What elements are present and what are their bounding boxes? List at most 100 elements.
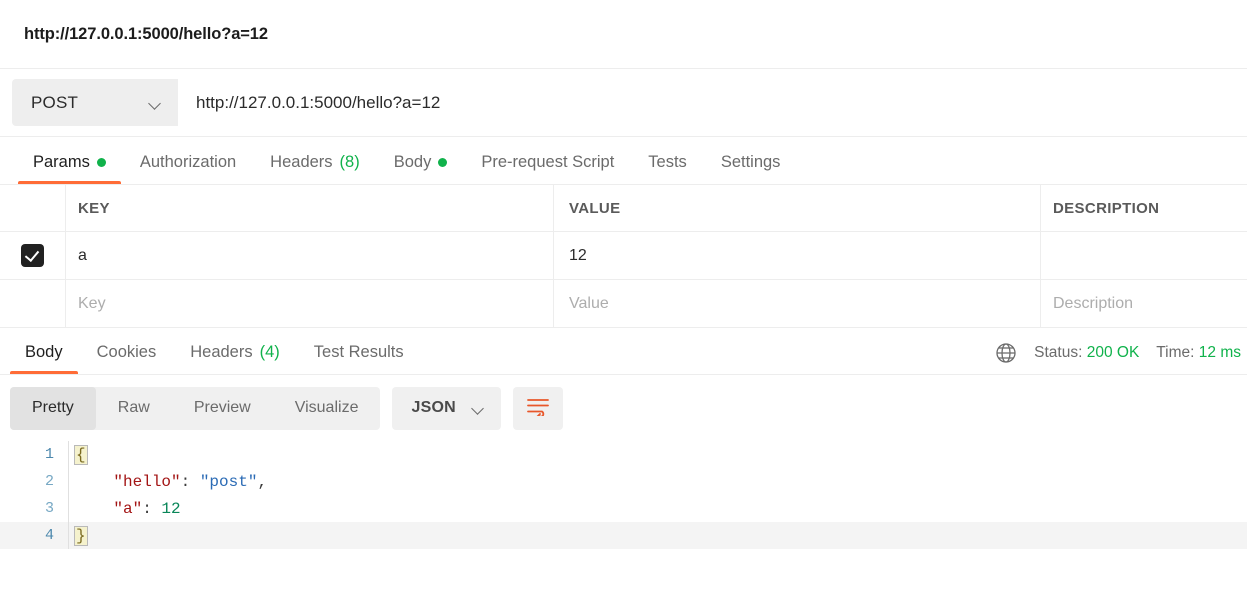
tab-params-label: Params	[33, 153, 90, 171]
row-description-cell[interactable]	[1040, 232, 1247, 279]
response-tab-test-results-label: Test Results	[313, 343, 404, 361]
line-number: 1	[44, 446, 54, 463]
new-param-description-input[interactable]: Description	[1053, 295, 1133, 313]
header-cell-value: VALUE	[553, 185, 1040, 231]
url-row: POST http://127.0.0.1:5000/hello?a=12	[0, 69, 1247, 137]
wrap-lines-button[interactable]	[512, 386, 563, 430]
tab-headers-count: (8)	[339, 153, 360, 171]
http-method-label: POST	[31, 92, 79, 112]
tab-body-label: Body	[393, 153, 432, 171]
response-tab-headers-count: (4)	[259, 343, 280, 361]
json-value-post: "post"	[199, 472, 258, 491]
response-tab-test-results[interactable]: Test Results	[297, 343, 421, 374]
empty-row-key-cell[interactable]: Key	[65, 280, 553, 327]
header-cell-description: DESCRIPTION	[1040, 185, 1247, 231]
response-tab-headers[interactable]: Headers (4)	[173, 343, 297, 374]
view-mode-preview[interactable]: Preview	[172, 387, 273, 430]
json-key-hello: "hello"	[113, 472, 181, 491]
tab-headers-label: Headers	[270, 153, 333, 171]
json-comma: ,	[257, 472, 268, 491]
response-tab-cookies[interactable]: Cookies	[80, 343, 174, 374]
table-row-empty[interactable]: Key Value Description	[0, 280, 1247, 328]
tab-pre-request-script[interactable]: Pre-request Script	[464, 153, 631, 184]
view-mode-pretty[interactable]: Pretty	[10, 386, 96, 430]
params-modified-dot-icon	[96, 158, 106, 167]
row-checkbox-cell	[0, 232, 65, 279]
response-tab-body[interactable]: Body	[8, 343, 80, 374]
column-header-description: DESCRIPTION	[1053, 199, 1160, 217]
table-row[interactable]: a 12	[0, 232, 1247, 280]
param-value-value: 12	[569, 246, 587, 264]
new-param-key-input[interactable]: Key	[78, 295, 106, 313]
empty-row-description-cell[interactable]: Description	[1040, 280, 1247, 327]
code-line-text[interactable]: {	[68, 441, 1247, 468]
http-method-select[interactable]: POST	[12, 79, 178, 126]
chevron-down-icon	[149, 99, 162, 107]
header-cell-checkbox	[0, 185, 65, 231]
time-label: Time:	[1156, 344, 1195, 361]
column-header-key: KEY	[78, 199, 110, 217]
json-close-brace: }	[74, 525, 88, 546]
tab-pre-request-script-label: Pre-request Script	[481, 153, 615, 171]
response-format-select[interactable]: JSON	[392, 386, 501, 430]
tab-params[interactable]: Params	[16, 153, 123, 184]
empty-row-checkbox-cell	[0, 280, 65, 327]
view-mode-raw[interactable]: Raw	[96, 387, 172, 430]
line-number: 3	[44, 500, 54, 517]
response-tab-headers-label: Headers	[190, 343, 253, 361]
url-input[interactable]: http://127.0.0.1:5000/hello?a=12	[178, 79, 1247, 126]
tab-authorization[interactable]: Authorization	[123, 153, 253, 184]
response-body-code[interactable]: 1 { 2 "hello": "post", 3 "a": 12 4 }	[0, 441, 1247, 549]
line-number: 4	[44, 527, 54, 544]
request-tabs: Params Authorization Headers (8) Body Pr…	[0, 137, 1247, 185]
response-meta: Status: 200 OK Time: 12 ms	[995, 342, 1241, 364]
tab-tests[interactable]: Tests	[631, 153, 704, 184]
json-key-a: "a"	[113, 499, 143, 518]
response-body-toolbar: Pretty Raw Preview Visualize JSON	[0, 375, 1247, 441]
json-colon: :	[142, 499, 162, 518]
wrap-text-icon	[526, 396, 550, 421]
params-table: KEY VALUE DESCRIPTION a 12 Key Value Des…	[0, 185, 1247, 328]
status-value: 200 OK	[1086, 344, 1140, 361]
tab-authorization-label: Authorization	[139, 153, 237, 171]
code-line-text[interactable]: "a": 12	[68, 495, 1247, 522]
param-enabled-checkbox[interactable]	[21, 244, 44, 267]
row-key-cell[interactable]: a	[65, 232, 553, 279]
response-tabs: Body Cookies Headers (4) Test Results St…	[0, 328, 1247, 375]
request-title-bar: http://127.0.0.1:5000/hello?a=12	[0, 0, 1247, 69]
tab-settings-label: Settings	[720, 153, 781, 171]
row-value-cell[interactable]: 12	[553, 232, 1040, 279]
view-mode-visualize[interactable]: Visualize	[273, 387, 381, 430]
json-colon: :	[180, 472, 200, 491]
json-value-12: 12	[161, 499, 181, 518]
time-badge[interactable]: Time: 12 ms	[1156, 344, 1241, 362]
globe-icon[interactable]	[995, 342, 1017, 364]
tab-settings[interactable]: Settings	[704, 153, 798, 184]
response-tab-body-label: Body	[25, 343, 63, 361]
header-cell-key: KEY	[65, 185, 553, 231]
status-badge[interactable]: Status: 200 OK	[1034, 344, 1139, 362]
page-title: http://127.0.0.1:5000/hello?a=12	[24, 24, 268, 43]
param-key-value: a	[78, 246, 87, 264]
code-line-text[interactable]: "hello": "post",	[68, 468, 1247, 495]
json-open-brace: {	[74, 444, 88, 465]
params-table-header-row: KEY VALUE DESCRIPTION	[0, 185, 1247, 232]
status-label: Status:	[1034, 344, 1083, 361]
new-param-value-input[interactable]: Value	[569, 295, 609, 313]
column-header-value: VALUE	[569, 199, 621, 217]
tab-tests-label: Tests	[648, 153, 687, 171]
response-format-label: JSON	[411, 399, 456, 416]
tab-headers[interactable]: Headers (8)	[253, 153, 377, 184]
code-line: 2 "hello": "post",	[0, 468, 1247, 495]
response-tab-cookies-label: Cookies	[96, 343, 157, 361]
time-value: 12 ms	[1198, 344, 1241, 361]
code-line-text[interactable]: }	[68, 522, 1247, 549]
tab-body[interactable]: Body	[377, 153, 465, 184]
line-number: 2	[44, 473, 54, 490]
empty-row-value-cell[interactable]: Value	[553, 280, 1040, 327]
chevron-down-icon	[472, 404, 485, 412]
body-modified-dot-icon	[438, 158, 448, 167]
code-line: 1 {	[0, 441, 1247, 468]
